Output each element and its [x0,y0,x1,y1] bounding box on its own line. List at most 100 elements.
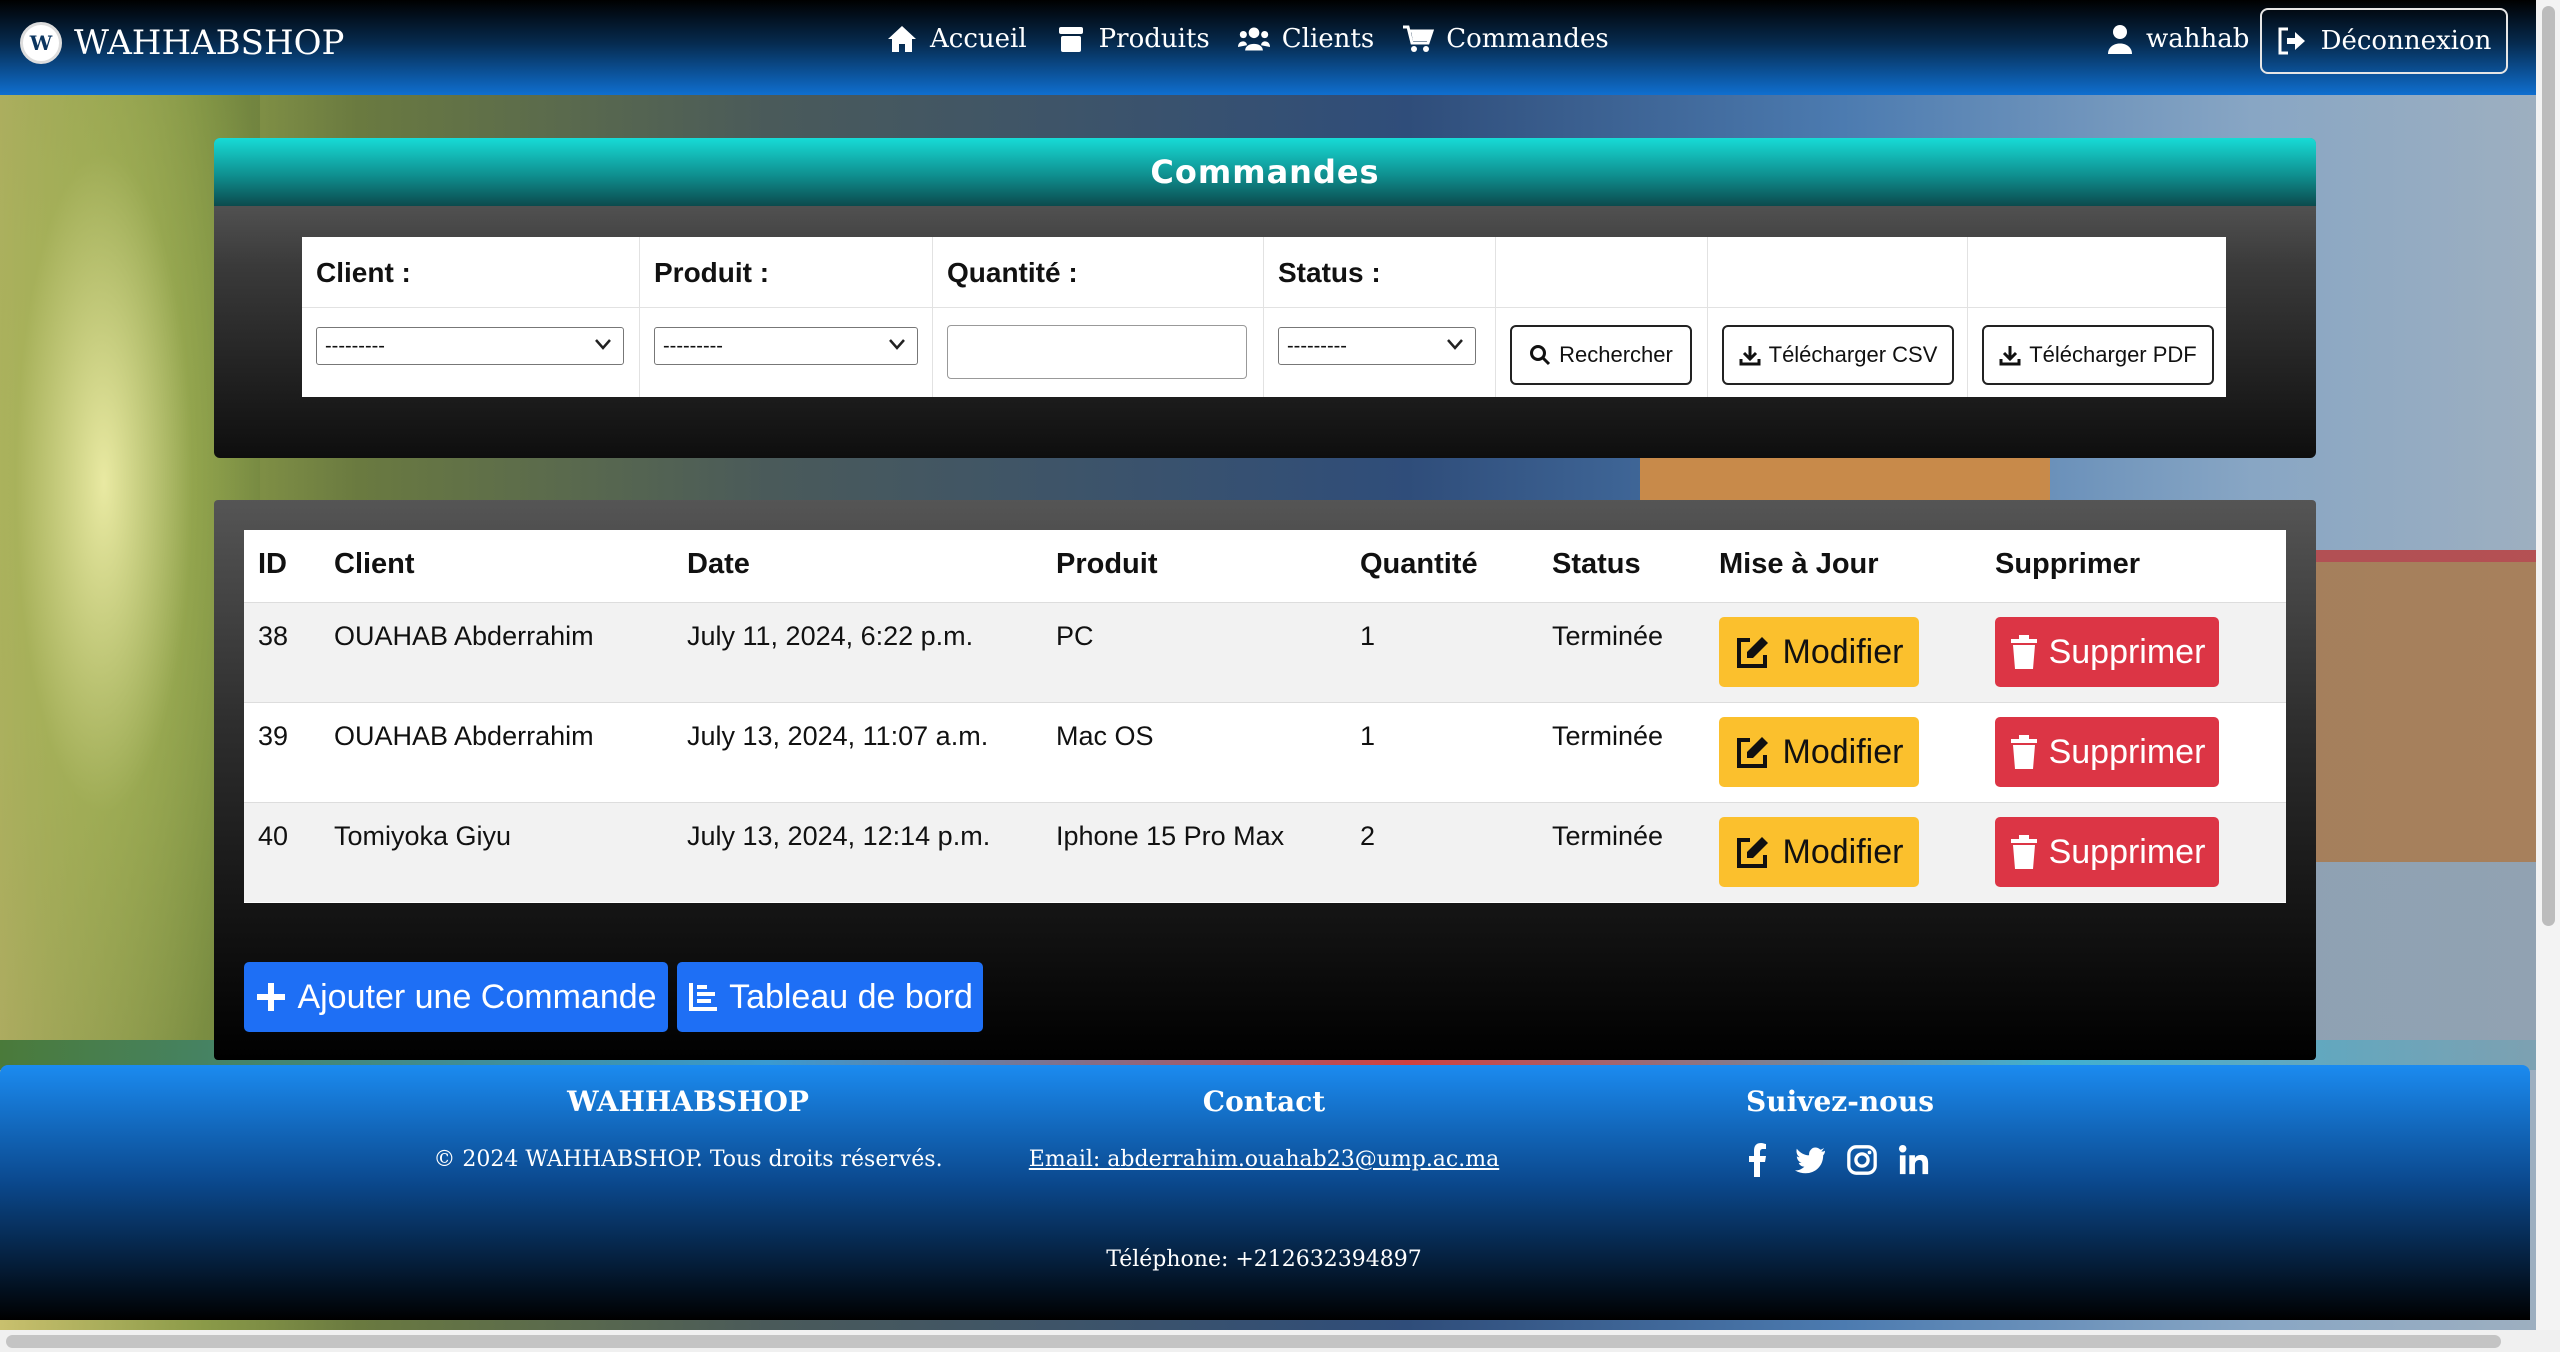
scroll-thumb[interactable] [2542,6,2555,926]
footer-brand: WAHHABSHOP [567,1085,809,1118]
search-col: Rechercher [1496,237,1708,397]
nav-links: Accueil Produits Clients Commandes [886,24,1609,54]
logout-label: Déconnexion [2320,26,2492,56]
cell-status: Terminée [1552,621,1664,651]
nav-user[interactable]: wahhab [2108,24,2249,54]
dashboard-label: Tableau de bord [729,977,973,1016]
navbar: W WAHHABSHOP Accueil Produits Clients Co… [0,0,2536,95]
csv-col: Télécharger CSV [1708,237,1968,397]
client-select[interactable]: --------- [316,327,624,365]
cell-client: OUAHAB Abderrahim [334,721,594,751]
brand-link[interactable]: W WAHHABSHOP [20,22,344,64]
quantite-label: Quantité : [947,257,1078,288]
cell-produit: PC [1056,621,1094,651]
edit-icon [1736,837,1768,868]
status-col: Status : --------- [1264,237,1496,397]
cell-client: OUAHAB Abderrahim [334,621,594,651]
cell-produit: Iphone 15 Pro Max [1056,821,1285,851]
twitter-icon[interactable] [1794,1143,1826,1177]
download-csv-button[interactable]: Télécharger CSV [1722,325,1954,385]
cell-status: Terminée [1552,721,1664,751]
client-col: Client : --------- [302,237,640,397]
footer-follow-title: Suivez-nous [1746,1085,1934,1118]
cell-id: 40 [258,821,289,851]
trash-icon [2010,735,2037,769]
cell-quantite: 1 [1360,721,1376,751]
username: wahhab [2146,24,2250,54]
trash-icon [2010,635,2037,669]
cell-quantite: 1 [1360,621,1376,651]
cell-client: Tomiyoka Giyu [334,821,512,851]
filter-form: Client : --------- Produit : --------- Q… [302,237,2226,397]
delete-button-label: Supprimer [2048,732,2206,771]
quantite-col: Quantité : [933,237,1264,397]
cell-date: July 11, 2024, 6:22 p.m. [687,621,974,651]
cell-status: Terminée [1552,821,1664,851]
cell-quantite: 2 [1360,821,1376,851]
nav-produits-label: Produits [1098,24,1210,54]
footer-contact-title: Contact [1202,1085,1326,1118]
download-icon [1999,346,2021,366]
search-icon [1530,345,1551,366]
cell-date: July 13, 2024, 11:07 a.m. [687,721,989,751]
linkedin-icon[interactable] [1898,1143,1930,1177]
home-icon [888,26,916,52]
add-order-label: Ajouter une Commande [297,977,657,1016]
logout-button[interactable]: Déconnexion [2260,8,2508,74]
nav-clients[interactable]: Clients [1237,24,1374,54]
instagram-icon[interactable] [1846,1143,1878,1177]
col-id: ID [258,548,287,580]
delete-button[interactable]: Supprimer [1995,717,2219,787]
col-delete: Supprimer [1995,548,2141,580]
chevron-down-icon [1447,339,1463,350]
edit-icon [1736,637,1768,668]
trash-icon [2010,835,2037,869]
footer-email-link[interactable]: Email: abderrahim.ouahab23@ump.ac.ma [964,1147,1564,1172]
chevron-down-icon [889,339,905,350]
quantite-input[interactable] [947,325,1247,379]
download-pdf-button[interactable]: Télécharger PDF [1982,325,2214,385]
search-button[interactable]: Rechercher [1510,325,1692,385]
footer-copyright: © 2024 WAHHABSHOP. Tous droits réservés. [433,1147,943,1172]
box-icon [1058,27,1083,52]
nav-commandes[interactable]: Commandes [1402,24,1609,54]
horizontal-scrollbar[interactable] [0,1330,2560,1352]
nav-accueil[interactable]: Accueil [886,24,1027,54]
produit-select-value: --------- [663,335,723,357]
modify-button[interactable]: Modifier [1719,817,1919,887]
col-date: Date [687,548,750,580]
cell-id: 38 [258,621,289,651]
scroll-thumb[interactable] [6,1335,2501,1348]
cart-icon [1403,25,1435,52]
col-quantite: Quantité [1360,548,1478,580]
modify-button[interactable]: Modifier [1719,617,1919,687]
col-produit: Produit [1056,548,1158,580]
client-select-value: --------- [325,335,385,357]
table-header: ID Client Date Produit Quantité Status M… [244,530,2286,602]
dashboard-button[interactable]: Tableau de bord [677,962,983,1032]
delete-button[interactable]: Supprimer [1995,817,2219,887]
col-status: Status [1552,548,1641,580]
table-row: 40 Tomiyoka Giyu July 13, 2024, 12:14 p.… [244,802,2286,902]
produit-select[interactable]: --------- [654,327,918,365]
edit-icon [1736,737,1768,768]
chart-icon [689,983,718,1011]
orders-card: ID Client Date Produit Quantité Status M… [214,500,2316,1060]
footer-phone: Téléphone: +212632394897 [1106,1247,1422,1272]
facebook-icon[interactable] [1742,1143,1774,1177]
plus-icon [257,983,286,1011]
nav-produits[interactable]: Produits [1055,24,1210,54]
table-row: 38 OUAHAB Abderrahim July 11, 2024, 6:22… [244,602,2286,702]
status-label: Status : [1278,257,1381,288]
vertical-scrollbar[interactable] [2536,0,2560,1330]
cell-date: July 13, 2024, 12:14 p.m. [687,821,991,851]
delete-button[interactable]: Supprimer [1995,617,2219,687]
status-select[interactable]: --------- [1278,327,1476,365]
search-button-label: Rechercher [1559,342,1673,367]
nav-accueil-label: Accueil [930,24,1027,54]
modify-button[interactable]: Modifier [1719,717,1919,787]
status-select-value: --------- [1287,335,1347,357]
user-icon [2108,25,2132,54]
sign-out-icon [2278,27,2305,55]
add-order-button[interactable]: Ajouter une Commande [244,962,668,1032]
